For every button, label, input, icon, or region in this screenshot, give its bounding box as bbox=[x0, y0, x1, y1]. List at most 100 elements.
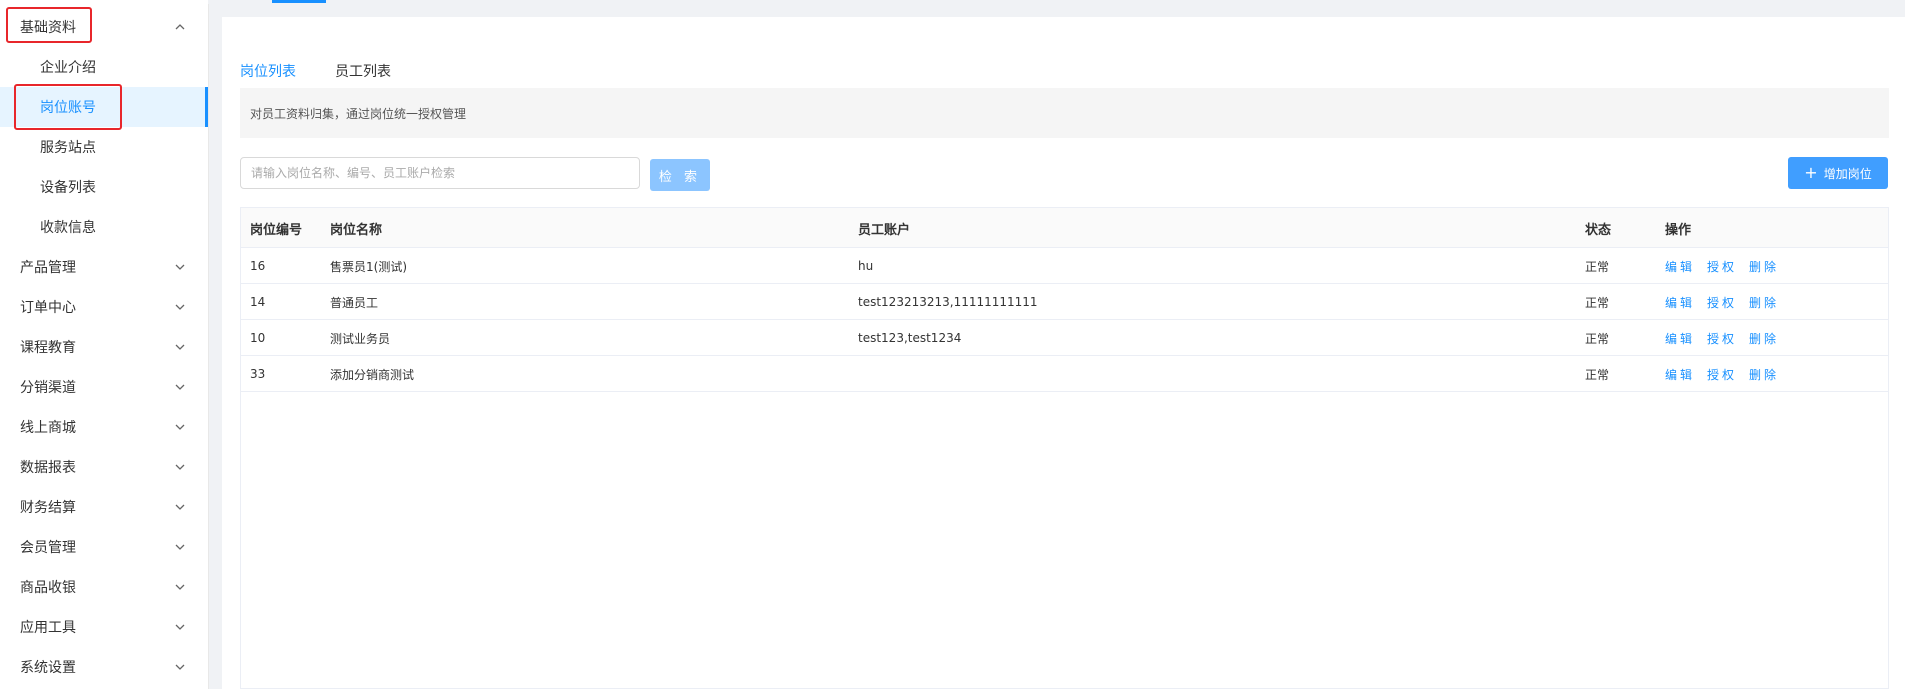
delete-link[interactable]: 删除 bbox=[1749, 258, 1779, 275]
chevron-down-icon bbox=[170, 577, 190, 597]
tab-label: 员工列表 bbox=[335, 64, 391, 80]
add-post-button[interactable]: + 增加岗位 bbox=[1788, 157, 1888, 189]
menu-label: 分销渠道 bbox=[20, 380, 76, 396]
cell-actions: 编辑 授权 删除 bbox=[1665, 356, 1791, 392]
sidebar-item-company-intro[interactable]: 企业介绍 bbox=[0, 47, 208, 87]
authorize-link[interactable]: 授权 bbox=[1707, 330, 1737, 347]
menu-app-tools[interactable]: 应用工具 bbox=[0, 607, 208, 647]
menu-system-settings[interactable]: 系统设置 bbox=[0, 647, 208, 687]
cell-status: 正常 bbox=[1585, 259, 1610, 274]
add-post-label: 增加岗位 bbox=[1823, 166, 1872, 181]
table-row: 33 添加分销商测试 正常 编辑 授权 删除 bbox=[241, 356, 1888, 392]
chevron-down-icon bbox=[170, 257, 190, 277]
chevron-down-icon bbox=[170, 537, 190, 557]
search-button[interactable]: 检 索 bbox=[650, 159, 710, 191]
header-employee-accounts: 员工账户 bbox=[858, 222, 911, 238]
edit-link[interactable]: 编辑 bbox=[1665, 366, 1695, 383]
edit-link[interactable]: 编辑 bbox=[1665, 294, 1695, 311]
menu-label: 订单中心 bbox=[20, 300, 76, 316]
sidebar-item-post-account[interactable]: 岗位账号 bbox=[0, 87, 208, 127]
chevron-down-icon bbox=[170, 497, 190, 517]
menu-label: 数据报表 bbox=[20, 460, 76, 476]
menu-label: 应用工具 bbox=[20, 620, 76, 636]
cell-employee-accounts: test123213213,11111111111 bbox=[858, 295, 1038, 309]
authorize-link[interactable]: 授权 bbox=[1707, 258, 1737, 275]
menu-label: 课程教育 bbox=[20, 340, 76, 356]
menu-group-label: 基础资料 bbox=[20, 20, 76, 36]
table-row: 14 普通员工 test123213213,11111111111 正常 编辑 … bbox=[241, 284, 1888, 320]
table-header: 岗位编号 岗位名称 员工账户 状态 操作 bbox=[241, 208, 1888, 248]
tab-post-list[interactable]: 岗位列表 bbox=[240, 61, 296, 96]
edit-link[interactable]: 编辑 bbox=[1665, 330, 1695, 347]
cell-post-id: 33 bbox=[250, 367, 266, 381]
chevron-down-icon bbox=[170, 617, 190, 637]
authorize-link[interactable]: 授权 bbox=[1707, 294, 1737, 311]
menu-product-cashier[interactable]: 商品收银 bbox=[0, 567, 208, 607]
search-input[interactable] bbox=[240, 157, 640, 189]
cell-post-id: 16 bbox=[250, 259, 266, 273]
menu-label: 系统设置 bbox=[20, 660, 76, 676]
plus-icon: + bbox=[1804, 163, 1818, 182]
sidebar-item-label: 收款信息 bbox=[40, 220, 96, 236]
chevron-up-icon bbox=[170, 17, 190, 37]
tab-bar: 岗位列表 员工列表 bbox=[240, 43, 1889, 96]
edit-link[interactable]: 编辑 bbox=[1665, 258, 1695, 275]
delete-link[interactable]: 删除 bbox=[1749, 294, 1779, 311]
info-description: 对员工资料归集，通过岗位统一授权管理 bbox=[240, 88, 1889, 138]
header-post-name: 岗位名称 bbox=[330, 222, 383, 238]
menu-product-management[interactable]: 产品管理 bbox=[0, 247, 208, 287]
sidebar-item-service-station[interactable]: 服务站点 bbox=[0, 127, 208, 167]
table-row: 16 售票员1(测试) hu 正常 编辑 授权 删除 bbox=[241, 248, 1888, 284]
tab-employee-list[interactable]: 员工列表 bbox=[335, 61, 391, 81]
chevron-down-icon bbox=[170, 457, 190, 477]
cell-post-id: 10 bbox=[250, 331, 266, 345]
cell-status: 正常 bbox=[1585, 295, 1610, 310]
chevron-down-icon bbox=[170, 297, 190, 317]
cell-actions: 编辑 授权 删除 bbox=[1665, 284, 1791, 320]
menu-label: 财务结算 bbox=[20, 500, 76, 516]
menu-order-center[interactable]: 订单中心 bbox=[0, 287, 208, 327]
sidebar-item-label: 岗位账号 bbox=[40, 100, 96, 116]
chevron-down-icon bbox=[170, 337, 190, 357]
menu-group-base-data[interactable]: 基础资料 bbox=[0, 7, 208, 47]
cell-actions: 编辑 授权 删除 bbox=[1665, 248, 1791, 284]
sidebar-item-label: 企业介绍 bbox=[40, 60, 96, 76]
menu-distribution-channel[interactable]: 分销渠道 bbox=[0, 367, 208, 407]
header-status: 状态 bbox=[1585, 222, 1612, 238]
top-header-strip bbox=[208, 0, 1905, 4]
cell-employee-accounts: test123,test1234 bbox=[858, 331, 962, 345]
cell-post-name: 添加分销商测试 bbox=[330, 367, 415, 382]
cell-post-name: 普通员工 bbox=[330, 295, 379, 310]
chevron-down-icon bbox=[170, 657, 190, 677]
sidebar: 基础资料 企业介绍 岗位账号 服务站点 设备列表 收款信息 产品管理 订单中心 … bbox=[0, 0, 209, 689]
chevron-down-icon bbox=[170, 417, 190, 437]
menu-label: 线上商城 bbox=[20, 420, 76, 436]
sidebar-item-label: 服务站点 bbox=[40, 140, 96, 156]
header-post-id: 岗位编号 bbox=[250, 222, 303, 238]
tab-label: 岗位列表 bbox=[240, 64, 296, 80]
sidebar-item-label: 设备列表 bbox=[40, 180, 96, 196]
delete-link[interactable]: 删除 bbox=[1749, 330, 1779, 347]
cell-post-id: 14 bbox=[250, 295, 266, 309]
chevron-down-icon bbox=[170, 377, 190, 397]
delete-link[interactable]: 删除 bbox=[1749, 366, 1779, 383]
table-row: 10 测试业务员 test123,test1234 正常 编辑 授权 删除 bbox=[241, 320, 1888, 356]
menu-data-reports[interactable]: 数据报表 bbox=[0, 447, 208, 487]
sidebar-item-device-list[interactable]: 设备列表 bbox=[0, 167, 208, 207]
menu-course-education[interactable]: 课程教育 bbox=[0, 327, 208, 367]
cell-post-name: 测试业务员 bbox=[330, 331, 391, 346]
cell-post-name: 售票员1(测试) bbox=[330, 259, 407, 274]
menu-label: 产品管理 bbox=[20, 260, 76, 276]
main-panel: 岗位列表 员工列表 对员工资料归集，通过岗位统一授权管理 检 索 + 增加岗位 … bbox=[222, 17, 1905, 689]
header-actions: 操作 bbox=[1665, 222, 1692, 238]
menu-label: 商品收银 bbox=[20, 580, 76, 596]
post-table: 岗位编号 岗位名称 员工账户 状态 操作 16 售票员1(测试) hu 正常 编… bbox=[240, 207, 1889, 689]
cell-status: 正常 bbox=[1585, 367, 1610, 382]
header-tab-indicator bbox=[272, 0, 326, 3]
menu-label: 会员管理 bbox=[20, 540, 76, 556]
menu-online-mall[interactable]: 线上商城 bbox=[0, 407, 208, 447]
sidebar-item-payment-info[interactable]: 收款信息 bbox=[0, 207, 208, 247]
authorize-link[interactable]: 授权 bbox=[1707, 366, 1737, 383]
menu-member-management[interactable]: 会员管理 bbox=[0, 527, 208, 567]
menu-finance-settlement[interactable]: 财务结算 bbox=[0, 487, 208, 527]
